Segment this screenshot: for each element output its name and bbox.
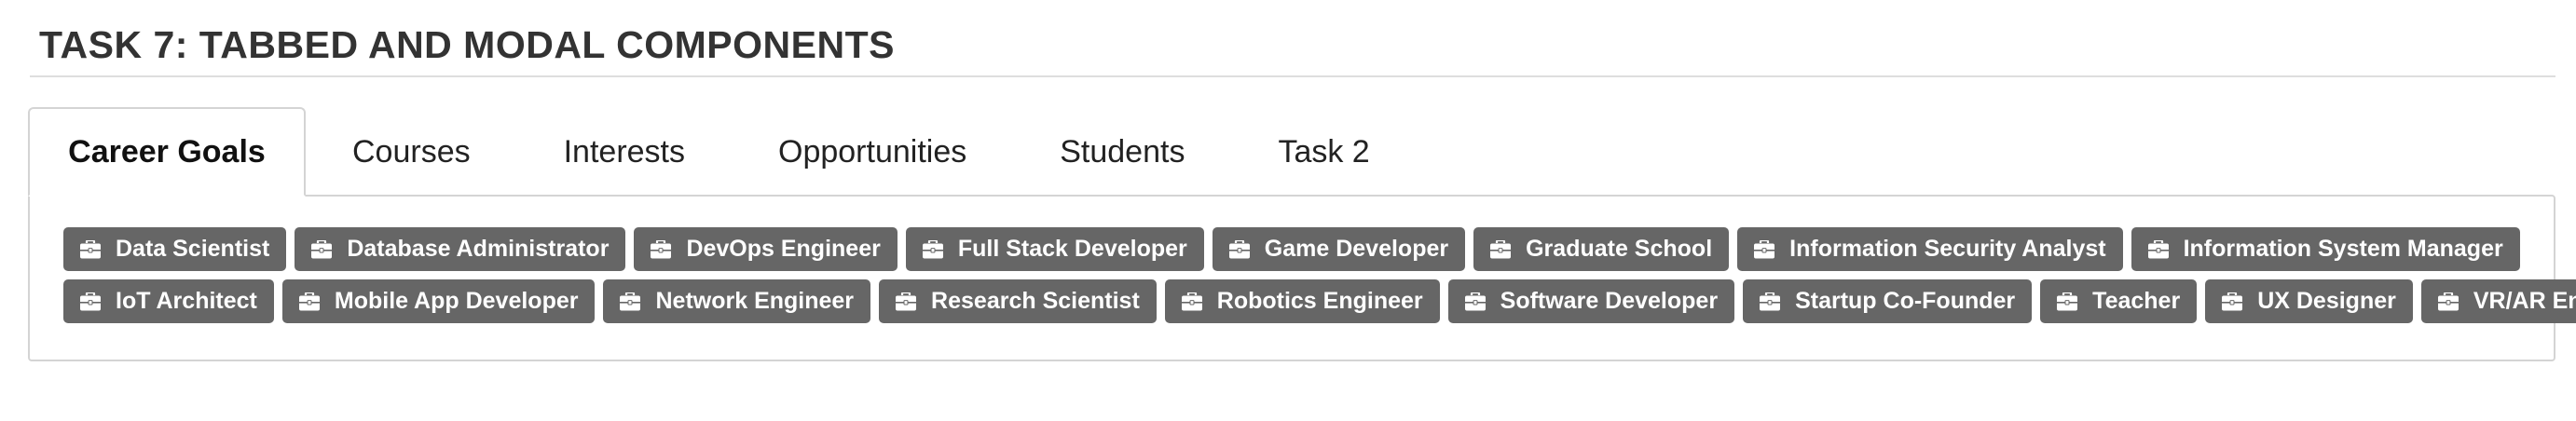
badge-row: IoT Architect Mobile App Developer Netwo… [63, 279, 2576, 323]
career-goal-badge[interactable]: Full Stack Developer [905, 227, 1204, 271]
badge-label: Robotics Engineer [1216, 288, 1423, 314]
badge-label: Mobile App Developer [334, 288, 579, 314]
badge-label: Information System Manager [2183, 236, 2503, 262]
badge-label: Teacher [2092, 288, 2181, 314]
badge-label: Game Developer [1264, 236, 1449, 262]
briefcase-icon [896, 292, 917, 311]
briefcase-icon [311, 239, 333, 259]
briefcase-icon [1490, 239, 1512, 259]
career-goal-badge[interactable]: Robotics Engineer [1164, 279, 1440, 323]
briefcase-icon [1181, 292, 1202, 311]
career-goal-badge[interactable]: Mobile App Developer [281, 279, 596, 323]
badge-label: VR/AR Engineer [2473, 288, 2576, 314]
briefcase-icon [80, 239, 101, 259]
career-goal-badge[interactable]: Research Scientist [879, 279, 1157, 323]
page-title: TASK 7: TABBED AND MODAL COMPONENTS [39, 23, 895, 66]
tab-students[interactable]: Students [1013, 107, 1231, 197]
tab-courses[interactable]: Courses [306, 107, 517, 197]
tab-panel-career-goals: Data Scientist Database Administrator De… [28, 195, 2576, 361]
briefcase-icon [298, 292, 320, 311]
briefcase-icon [2057, 292, 2078, 311]
briefcase-icon [2437, 292, 2459, 311]
title-divider [30, 75, 2555, 77]
tab-bar: Career Goals Courses Interests Opportuni… [28, 107, 2555, 197]
badge-label: IoT Architect [116, 288, 257, 314]
badge-label: Information Security Analyst [1789, 236, 2106, 262]
badge-label: DevOps Engineer [686, 236, 881, 262]
career-goal-badge[interactable]: UX Designer [2205, 279, 2413, 323]
tab-opportunities[interactable]: Opportunities [732, 107, 1013, 197]
badge-label: Graduate School [1526, 236, 1713, 262]
briefcase-icon [651, 239, 672, 259]
page: TASK 7: TABBED AND MODAL COMPONENTS Care… [0, 0, 2576, 421]
briefcase-icon [2147, 239, 2169, 259]
badge-label: UX Designer [2257, 288, 2396, 314]
career-goal-badge[interactable]: Database Administrator [295, 227, 626, 271]
briefcase-icon [1464, 292, 1486, 311]
badge-label: Full Stack Developer [957, 236, 1187, 262]
badge-label: Research Scientist [931, 288, 1140, 314]
badge-label: Software Developer [1500, 288, 1719, 314]
briefcase-icon [922, 239, 943, 259]
briefcase-icon [1754, 239, 1775, 259]
career-goal-badge[interactable]: Startup Co-Founder [1743, 279, 2033, 323]
badge-label: Database Administrator [347, 236, 610, 262]
badge-label: Data Scientist [116, 236, 270, 262]
tab-interests[interactable]: Interests [517, 107, 732, 197]
badge-row: Data Scientist Database Administrator De… [63, 227, 2520, 271]
career-goal-badge[interactable]: Teacher [2040, 279, 2198, 323]
career-goal-badge[interactable]: Graduate School [1473, 227, 1730, 271]
career-goal-badge[interactable]: Network Engineer [603, 279, 871, 323]
briefcase-icon [1228, 239, 1250, 259]
career-goal-badge[interactable]: Data Scientist [63, 227, 287, 271]
briefcase-icon [2222, 292, 2243, 311]
career-goal-badge[interactable]: Game Developer [1212, 227, 1466, 271]
tab-task-2[interactable]: Task 2 [1231, 107, 1416, 197]
career-goal-badge[interactable]: VR/AR Engineer [2420, 279, 2576, 323]
briefcase-icon [80, 292, 101, 311]
tabbed-component: Career Goals Courses Interests Opportuni… [28, 107, 2576, 361]
briefcase-icon [1760, 292, 1781, 311]
career-goal-badge[interactable]: Information System Manager [2131, 227, 2520, 271]
career-goal-badge[interactable]: Information Security Analyst [1737, 227, 2123, 271]
career-goal-badge[interactable]: IoT Architect [63, 279, 274, 323]
badge-label: Startup Co-Founder [1795, 288, 2016, 314]
badge-label: Network Engineer [655, 288, 855, 314]
tab-career-goals[interactable]: Career Goals [28, 107, 306, 197]
briefcase-icon [620, 292, 641, 311]
career-goal-badge[interactable]: Software Developer [1447, 279, 1735, 323]
career-goal-badge[interactable]: DevOps Engineer [634, 227, 897, 271]
